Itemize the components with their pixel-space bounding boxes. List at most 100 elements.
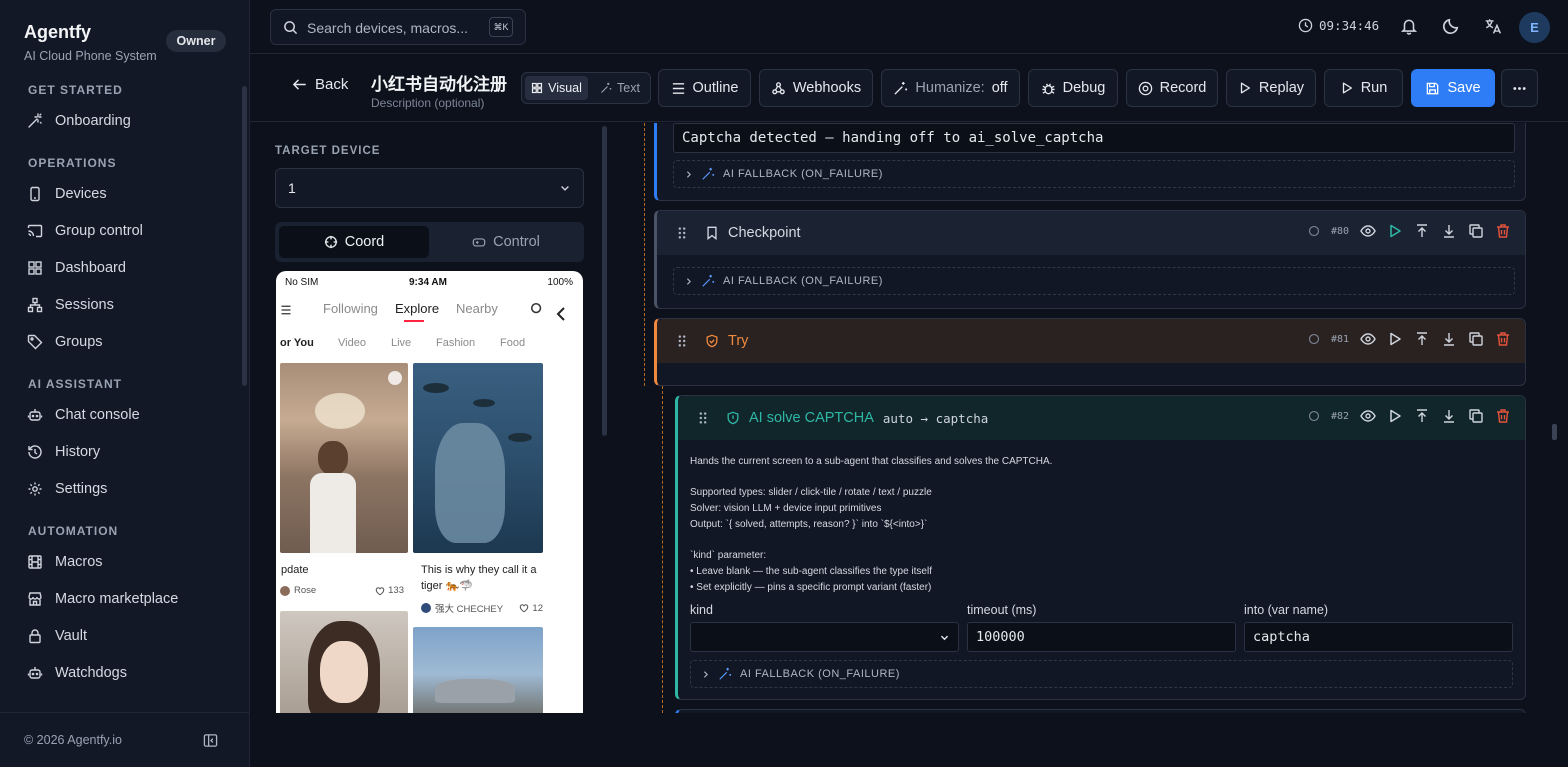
device-panel-scrollbar[interactable]	[602, 126, 607, 436]
sidebar-item-label: Group control	[55, 222, 143, 239]
outline-button[interactable]: Outline	[658, 69, 751, 107]
sidebar-item-onboarding[interactable]: Onboarding	[0, 102, 240, 139]
device-screen[interactable]: No SIM 9:34 AM 100% Following Explore Ne…	[276, 271, 583, 713]
sidebar-collapse-icon[interactable]	[203, 733, 218, 748]
sidebar-item-vault[interactable]: Vault	[0, 617, 240, 654]
play-icon[interactable]	[1387, 331, 1403, 347]
copy-icon[interactable]	[1468, 223, 1484, 239]
trash-icon[interactable]	[1495, 223, 1511, 239]
sidebar-item-group-control[interactable]: Group control	[0, 212, 240, 249]
play-icon	[1342, 82, 1352, 94]
phone-category[interactable]: or You	[280, 337, 314, 349]
sidebar-item-history[interactable]: History	[0, 433, 240, 470]
tab-visual[interactable]: Visual	[525, 76, 588, 100]
phone-category[interactable]: Food	[500, 337, 525, 349]
drag-handle-icon[interactable]	[677, 334, 687, 348]
timeout-input[interactable]: 100000	[967, 622, 1236, 652]
play-icon[interactable]	[1387, 408, 1403, 424]
move-down-icon[interactable]	[1441, 331, 1457, 347]
phone-tab-nearby[interactable]: Nearby	[456, 301, 498, 316]
into-var-input[interactable]: captcha	[1244, 622, 1513, 652]
save-button[interactable]: Save	[1411, 69, 1495, 107]
move-up-icon[interactable]	[1414, 408, 1430, 424]
back-button[interactable]: Back	[292, 76, 348, 93]
phone-tab-following[interactable]: Following	[323, 301, 378, 316]
device-panel: TARGET DEVICE 1 Coord Control No SIM 9:3…	[260, 123, 612, 713]
replay-button[interactable]: Replay	[1226, 69, 1316, 107]
humanize-toggle[interactable]: Humanize: off	[881, 69, 1020, 107]
phone-tab-explore[interactable]: Explore	[395, 301, 439, 316]
heart-icon[interactable]	[375, 586, 385, 596]
move-up-icon[interactable]	[1414, 223, 1430, 239]
moon-icon[interactable]	[1442, 17, 1460, 35]
feed-card-image[interactable]	[280, 611, 408, 713]
step-card-try[interactable]: Try #81	[654, 318, 1526, 386]
drag-handle-icon[interactable]	[677, 226, 687, 240]
copy-icon[interactable]	[1468, 408, 1484, 424]
move-down-icon[interactable]	[1441, 223, 1457, 239]
macro-title[interactable]: 小红书自动化注册	[371, 70, 511, 95]
webhooks-button[interactable]: Webhooks	[759, 69, 873, 107]
more-menu-button[interactable]	[1501, 69, 1538, 107]
step-header[interactable]: Checkpoint #80	[657, 211, 1525, 255]
log-message-field[interactable]: Captcha detected — handing off to ai_sol…	[673, 123, 1515, 153]
log-step-card[interactable]: Captcha detected — handing off to ai_sol…	[654, 123, 1526, 201]
tab-coord[interactable]: Coord	[279, 226, 429, 258]
clock-time: 09:34:46	[1319, 18, 1380, 33]
search-icon[interactable]	[530, 302, 544, 316]
sidebar-item-watchdogs[interactable]: Watchdogs	[0, 654, 240, 691]
feed-card-image[interactable]	[413, 627, 543, 713]
sidebar-item-macro-marketplace[interactable]: Macro marketplace	[0, 580, 240, 617]
feed-card-image[interactable]	[413, 363, 543, 553]
sidebar-item-chat-console[interactable]: Chat console	[0, 396, 240, 433]
search-input[interactable]: Search devices, macros... ⌘K	[270, 9, 526, 45]
sidebar-item-sessions[interactable]: Sessions	[0, 286, 240, 323]
phone-category[interactable]: Live	[391, 337, 411, 349]
humanize-value: off	[991, 80, 1008, 96]
step-card-ai-solve-captcha[interactable]: AI solve CAPTCHA auto → captcha #82 Hand…	[675, 395, 1526, 700]
copy-icon[interactable]	[1468, 331, 1484, 347]
eye-icon[interactable]	[1360, 223, 1376, 239]
debug-button[interactable]: Debug	[1028, 69, 1118, 107]
drag-handle-icon[interactable]	[698, 411, 708, 425]
feed-card-image[interactable]	[280, 363, 408, 553]
menu-icon[interactable]	[280, 304, 292, 316]
trash-icon[interactable]	[1495, 408, 1511, 424]
eye-icon[interactable]	[1360, 331, 1376, 347]
step-header[interactable]: Try #81	[657, 319, 1525, 363]
phone-category[interactable]: Video	[338, 337, 366, 349]
step-card-checkpoint[interactable]: Checkpoint #80 AI FALLBACK (ON_FAILURE)	[654, 210, 1526, 309]
language-icon[interactable]	[1484, 17, 1502, 35]
bell-icon[interactable]	[1400, 17, 1418, 35]
user-avatar[interactable]: E	[1519, 12, 1550, 43]
ai-fallback-toggle[interactable]: AI FALLBACK (ON_FAILURE)	[690, 660, 1513, 688]
eye-icon[interactable]	[1360, 408, 1376, 424]
phone-category[interactable]: Fashion	[436, 337, 475, 349]
flow-scrollbar[interactable]	[1552, 424, 1557, 440]
step-header[interactable]: AI solve CAPTCHA auto → captcha #82	[678, 396, 1525, 440]
description-field[interactable]: Description (optional)	[371, 96, 484, 110]
sidebar-item-label: Settings	[55, 480, 108, 497]
move-up-icon[interactable]	[1414, 331, 1430, 347]
sidebar-item-groups[interactable]: Groups	[0, 323, 240, 360]
run-button[interactable]: Run	[1324, 69, 1403, 107]
tab-text[interactable]: Text	[592, 76, 648, 100]
heart-icon[interactable]	[519, 603, 529, 613]
play-icon[interactable]	[1387, 223, 1403, 239]
chevron-left-icon[interactable]	[555, 306, 567, 322]
step-card-next[interactable]	[675, 709, 1526, 713]
ai-fallback-toggle[interactable]: AI FALLBACK (ON_FAILURE)	[673, 267, 1515, 295]
chevron-down-icon	[940, 635, 949, 641]
tab-control[interactable]: Control	[431, 226, 581, 258]
sidebar-item-macros[interactable]: Macros	[0, 543, 240, 580]
sidebar-item-dashboard[interactable]: Dashboard	[0, 249, 240, 286]
move-down-icon[interactable]	[1441, 408, 1457, 424]
kind-select[interactable]	[690, 622, 959, 652]
sidebar-item-settings[interactable]: Settings	[0, 470, 240, 507]
target-device-select[interactable]: 1	[275, 168, 584, 208]
trash-icon[interactable]	[1495, 331, 1511, 347]
record-button[interactable]: Record	[1126, 69, 1218, 107]
sidebar-scrollbar[interactable]	[242, 86, 247, 386]
ai-fallback-toggle[interactable]: AI FALLBACK (ON_FAILURE)	[673, 160, 1515, 188]
sidebar-item-devices[interactable]: Devices	[0, 175, 240, 212]
